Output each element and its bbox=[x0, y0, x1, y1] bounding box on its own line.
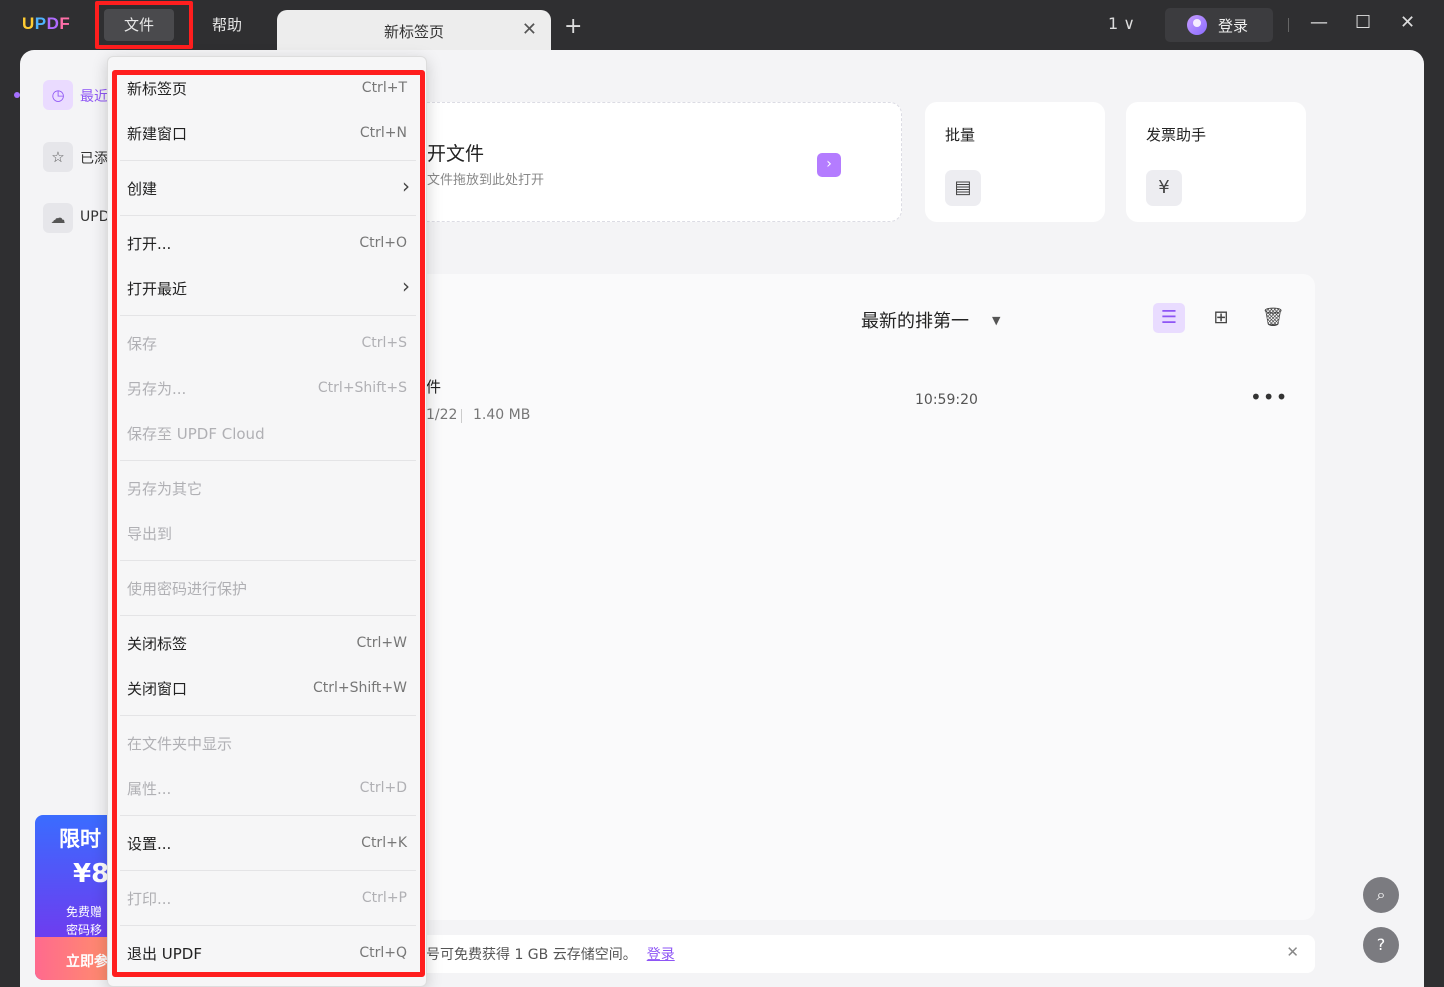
avatar bbox=[1187, 15, 1207, 35]
file-size: 1.40 MB bbox=[473, 407, 531, 423]
login-button[interactable]: 登录 bbox=[1165, 8, 1273, 42]
divider bbox=[461, 409, 462, 423]
open-file-subtitle: 文件拖放到此处打开 bbox=[427, 173, 545, 188]
more-options-icon[interactable]: ••• bbox=[1250, 385, 1288, 409]
promo-title: 限时 bbox=[59, 827, 101, 851]
title-bar: UPDF 文件 帮助 新标签页 ✕ + 1 ∨ 登录 — ☐ ✕ bbox=[0, 0, 1444, 50]
sort-dropdown[interactable]: 最新的排第一 bbox=[861, 307, 969, 333]
promo-button-label: 立即参 bbox=[66, 954, 108, 970]
add-tab-icon[interactable]: + bbox=[564, 14, 582, 39]
banner-message: 号可免费获得 1 GB 云存储空间。 bbox=[426, 947, 637, 963]
sidebar-item-cloud[interactable]: ☁ UPD bbox=[43, 203, 110, 233]
file-name: 件 bbox=[426, 378, 442, 396]
help-icon[interactable]: ? bbox=[1363, 927, 1399, 963]
open-file-title: 开文件 bbox=[427, 143, 485, 165]
card-title: 批量 bbox=[945, 126, 976, 144]
cloud-banner: 号可免费获得 1 GB 云存储空间。 登录 ✕ bbox=[410, 935, 1315, 973]
promo-text: 密码移 bbox=[66, 923, 103, 937]
star-icon: ☆ bbox=[43, 142, 73, 172]
logo-letter: U bbox=[22, 14, 35, 33]
sidebar-item-starred[interactable]: ☆ 已添 bbox=[43, 142, 108, 172]
logo-letter: D bbox=[46, 14, 60, 33]
recent-files-panel: 最新的排第一 ▼ ☰ ⊞ 🗑 件 1/22 1.40 MB 10:59:20 •… bbox=[410, 274, 1315, 920]
minimize-icon[interactable]: — bbox=[1310, 12, 1328, 33]
logo-letter: P bbox=[34, 14, 47, 33]
cloud-icon: ☁ bbox=[43, 203, 73, 233]
window-count-dropdown[interactable]: 1 ∨ bbox=[1108, 14, 1135, 33]
promo-price: ¥8 bbox=[73, 859, 110, 889]
promo-button[interactable]: 立即参 bbox=[35, 937, 115, 980]
help-menu-button[interactable]: 帮助 bbox=[192, 9, 262, 41]
close-window-icon[interactable]: ✕ bbox=[1400, 12, 1415, 33]
promo-banner[interactable]: 限时 ¥8 免费赠 密码移 立即参 bbox=[35, 815, 115, 980]
grid-view-icon[interactable]: ⊞ bbox=[1205, 303, 1237, 333]
chevron-right-icon[interactable]: › bbox=[817, 153, 841, 177]
tab-close-icon[interactable]: ✕ bbox=[522, 19, 537, 40]
banner-login-link[interactable]: 登录 bbox=[647, 947, 675, 963]
invoice-icon: ¥ bbox=[1146, 170, 1182, 206]
trash-icon[interactable]: 🗑 bbox=[1257, 303, 1289, 333]
search-icon[interactable]: ⌕ bbox=[1363, 877, 1399, 913]
highlight-box-file bbox=[95, 1, 193, 49]
open-file-card[interactable]: 开文件 文件拖放到此处打开 › bbox=[410, 102, 902, 222]
invoice-card[interactable]: 发票助手 ¥ bbox=[1126, 102, 1306, 222]
caret-down-icon[interactable]: ▼ bbox=[992, 314, 1000, 327]
promo-text: 免费赠 bbox=[66, 905, 103, 919]
tab-new[interactable]: 新标签页 ✕ bbox=[277, 10, 551, 50]
batch-card[interactable]: 批量 ▤ bbox=[925, 102, 1105, 222]
logo-letter: F bbox=[59, 14, 71, 33]
updf-logo: UPDF bbox=[22, 14, 70, 34]
sidebar-item-label: 最近 bbox=[80, 89, 108, 105]
tab-label: 新标签页 bbox=[383, 23, 444, 41]
banner-text: 号可免费获得 1 GB 云存储空间。 登录 bbox=[426, 944, 675, 964]
sidebar-item-label: 已添 bbox=[80, 151, 108, 167]
clock-icon: ◷ bbox=[43, 80, 73, 110]
file-time: 10:59:20 bbox=[915, 392, 978, 408]
file-date: 1/22 bbox=[426, 407, 458, 423]
highlight-box-menu bbox=[112, 70, 425, 977]
sidebar-item-recent[interactable]: ◷ 最近 bbox=[43, 80, 108, 110]
maximize-icon[interactable]: ☐ bbox=[1355, 12, 1371, 33]
batch-icon: ▤ bbox=[945, 170, 981, 206]
card-title: 发票助手 bbox=[1146, 126, 1207, 144]
banner-close-icon[interactable]: ✕ bbox=[1286, 943, 1299, 961]
sidebar-item-label: UPD bbox=[80, 209, 110, 225]
list-view-icon[interactable]: ☰ bbox=[1153, 303, 1185, 333]
active-indicator bbox=[14, 92, 20, 98]
login-label: 登录 bbox=[1218, 17, 1249, 35]
divider bbox=[1288, 18, 1289, 32]
